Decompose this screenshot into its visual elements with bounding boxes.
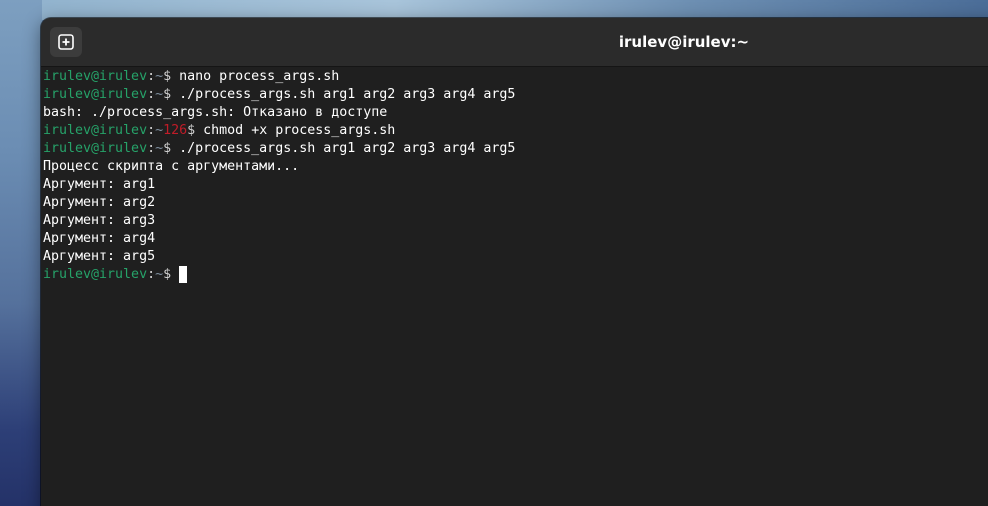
prompt-symbol: $ <box>163 87 180 102</box>
terminal-prompt-line: irulev@irulev:~$ ./process_args.sh arg1 … <box>43 140 988 158</box>
terminal-output-line: Аргумент: arg2 <box>43 194 988 212</box>
prompt-user-host: irulev@irulev <box>43 87 148 102</box>
prompt-user-host: irulev@irulev <box>43 69 148 84</box>
prompt-symbol: $ <box>163 267 180 282</box>
terminal-output-text: Аргумент: arg4 <box>43 231 156 246</box>
terminal-prompt-line: irulev@irulev:~126$ chmod +x process_arg… <box>43 122 988 140</box>
prompt-separator: : <box>147 141 156 156</box>
prompt-separator: : <box>147 87 156 102</box>
terminal-window: irulev@irulev:~ irulev@irulev:~$ nano pr… <box>41 18 988 506</box>
terminal-output-area[interactable]: irulev@irulev:~$ nano process_args.sh iru… <box>43 68 988 506</box>
prompt-separator: : <box>147 267 156 282</box>
terminal-output-line: Процесс скрипта с аргументами... <box>43 158 988 176</box>
terminal-command: ./process_args.sh arg1 arg2 arg3 arg4 ar… <box>179 87 516 102</box>
terminal-output-line: Аргумент: arg4 <box>43 230 988 248</box>
prompt-exit-code: 126 <box>163 123 188 138</box>
prompt-symbol: $ <box>163 141 180 156</box>
window-title: irulev@irulev:~ <box>618 33 750 51</box>
desktop-background-left <box>0 0 42 506</box>
terminal-command: chmod +x process_args.sh <box>203 123 396 138</box>
prompt-symbol: $ <box>163 69 180 84</box>
terminal-prompt-line: irulev@irulev:~$ nano process_args.sh <box>43 68 988 86</box>
prompt-user-host: irulev@irulev <box>43 123 148 138</box>
terminal-output-text: Процесс скрипта с аргументами... <box>43 159 300 174</box>
terminal-command: nano process_args.sh <box>179 69 340 84</box>
window-titlebar[interactable]: irulev@irulev:~ <box>41 18 988 67</box>
prompt-symbol: $ <box>187 123 204 138</box>
prompt-user-host: irulev@irulev <box>43 267 148 282</box>
prompt-path: ~ <box>155 69 164 84</box>
terminal-output-line: Аргумент: arg3 <box>43 212 988 230</box>
prompt-separator: : <box>147 69 156 84</box>
terminal-command: ./process_args.sh arg1 arg2 arg3 arg4 ar… <box>179 141 516 156</box>
terminal-prompt-line: irulev@irulev:~$ <box>43 266 988 284</box>
terminal-output-line: Аргумент: arg1 <box>43 176 988 194</box>
prompt-path: ~ <box>155 267 164 282</box>
terminal-output-text: Аргумент: arg1 <box>43 177 156 192</box>
desktop-background-top <box>0 0 988 20</box>
terminal-prompt-line: irulev@irulev:~$ ./process_args.sh arg1 … <box>43 86 988 104</box>
prompt-path: ~ <box>155 87 164 102</box>
prompt-separator: : <box>147 123 156 138</box>
prompt-user-host: irulev@irulev <box>43 141 148 156</box>
terminal-cursor <box>179 266 188 283</box>
prompt-path: ~ <box>155 123 164 138</box>
prompt-path: ~ <box>155 141 164 156</box>
terminal-output-line: bash: ./process_args.sh: Отказано в дост… <box>43 104 988 122</box>
terminal-output-text: Аргумент: arg3 <box>43 213 156 228</box>
terminal-output-line: Аргумент: arg5 <box>43 248 988 266</box>
terminal-output-text: Аргумент: arg2 <box>43 195 156 210</box>
terminal-output-text: bash: ./process_args.sh: Отказано в дост… <box>43 105 388 120</box>
terminal-output-text: Аргумент: arg5 <box>43 249 156 264</box>
